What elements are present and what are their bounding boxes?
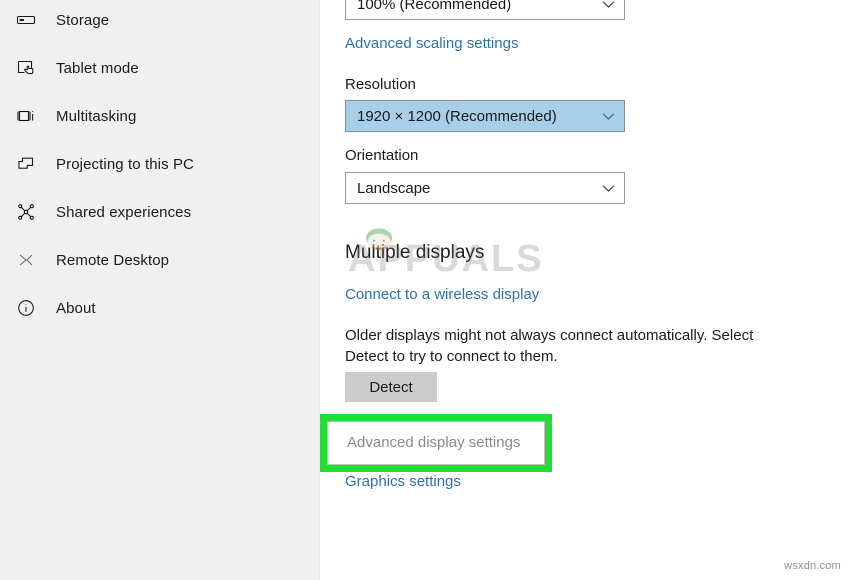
sidebar-item-label: Tablet mode — [56, 59, 139, 77]
chevron-down-icon — [602, 184, 615, 193]
resolution-dropdown-value: 1920 × 1200 (Recommended) — [357, 107, 557, 125]
settings-display-page: Storage Tablet mode Multitasking Project… — [0, 0, 853, 580]
shared-experiences-icon — [16, 200, 46, 224]
storage-icon — [16, 8, 46, 32]
sidebar-item-multitasking[interactable]: Multitasking — [0, 96, 320, 136]
orientation-dropdown-value: Landscape — [357, 179, 431, 197]
detect-description: Older displays might not always connect … — [345, 327, 754, 365]
sidebar-item-label: Multitasking — [56, 107, 137, 125]
settings-sidebar: Storage Tablet mode Multitasking Project… — [0, 0, 320, 580]
advanced-scaling-settings-link[interactable]: Advanced scaling settings — [345, 36, 518, 51]
sidebar-item-projecting-to-this-pc[interactable]: Projecting to this PC — [0, 144, 320, 184]
sidebar-item-remote-desktop[interactable]: Remote Desktop — [0, 240, 320, 280]
resolution-dropdown[interactable]: 1920 × 1200 (Recommended) — [345, 100, 625, 132]
detect-button[interactable]: Detect — [345, 372, 437, 402]
sidebar-item-storage[interactable]: Storage — [0, 0, 320, 40]
scale-dropdown-value: 100% (Recommended) — [357, 0, 512, 13]
sidebar-item-tablet-mode[interactable]: Tablet mode — [0, 48, 320, 88]
sidebar-item-label: Projecting to this PC — [56, 155, 194, 173]
tablet-mode-icon — [16, 56, 46, 80]
projecting-icon — [16, 152, 46, 176]
graphics-settings-link[interactable]: Graphics settings — [345, 474, 461, 489]
source-watermark: wsxdn.com — [784, 560, 841, 572]
scale-dropdown[interactable]: 100% (Recommended) — [345, 0, 625, 20]
resolution-label: Resolution — [345, 76, 416, 93]
orientation-label: Orientation — [345, 147, 419, 164]
sidebar-item-label: About — [56, 299, 96, 317]
sidebar-item-label: Storage — [56, 11, 110, 29]
display-settings-content: 100% (Recommended) Advanced scaling sett… — [321, 0, 853, 580]
sidebar-item-shared-experiences[interactable]: Shared experiences — [0, 192, 320, 232]
orientation-dropdown[interactable]: Landscape — [345, 172, 625, 204]
connect-wireless-display-link[interactable]: Connect to a wireless display — [345, 287, 539, 302]
advanced-display-settings-link[interactable]: Advanced display settings — [347, 435, 520, 450]
chevron-down-icon — [602, 0, 615, 9]
about-info-icon — [16, 296, 46, 320]
multiple-displays-heading: Multiple displays — [345, 242, 485, 263]
sidebar-item-label: Shared experiences — [56, 203, 192, 221]
chevron-down-icon — [602, 112, 615, 121]
sidebar-item-about[interactable]: About — [0, 288, 320, 328]
remote-desktop-icon — [16, 248, 46, 272]
sidebar-item-label: Remote Desktop — [56, 251, 170, 269]
multitasking-icon — [16, 104, 46, 128]
